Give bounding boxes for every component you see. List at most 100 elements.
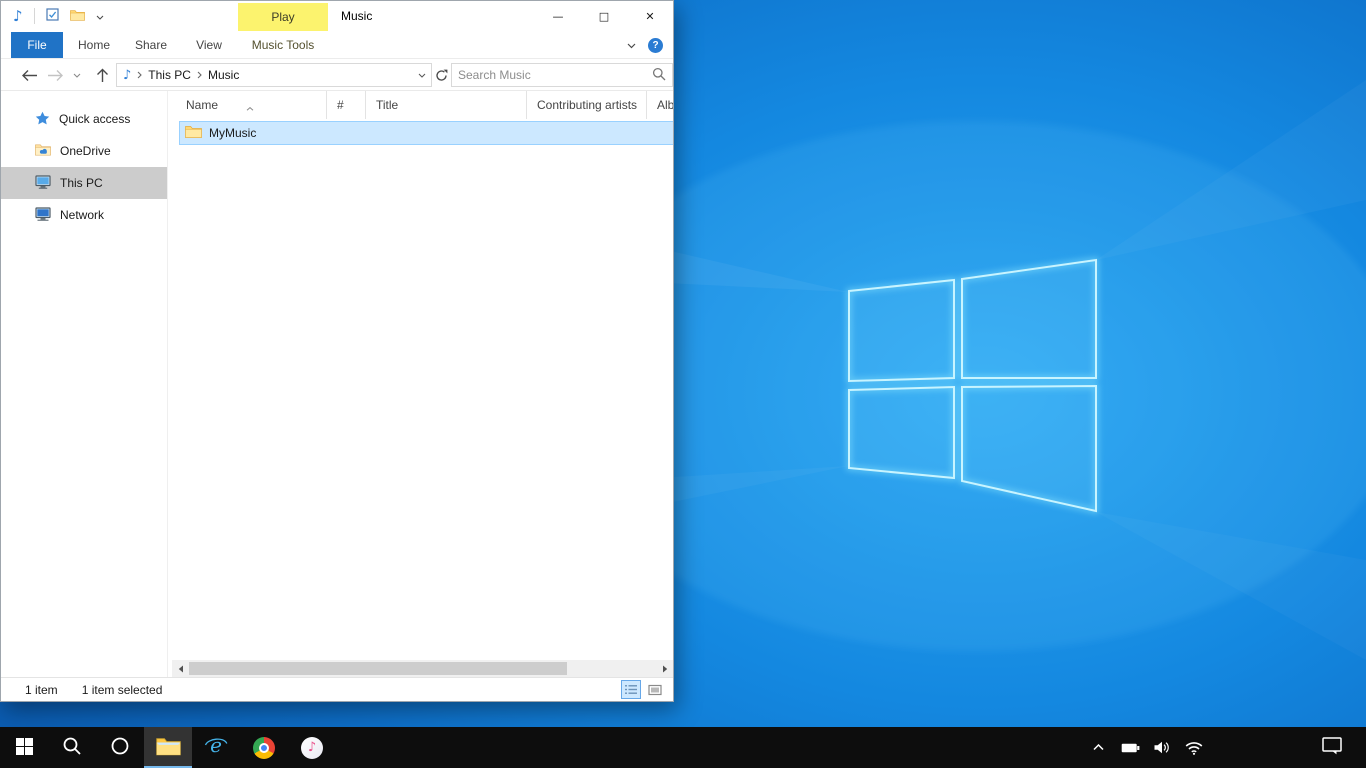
expand-ribbon-chevron-icon[interactable]	[627, 38, 636, 52]
scrollbar-thumb[interactable]	[189, 662, 567, 675]
taskbar: e ♪	[0, 727, 1366, 768]
selection-count-label: 1 item selected	[82, 683, 163, 697]
breadcrumb-chevron-icon[interactable]	[197, 68, 202, 82]
file-explorer-window: ♪ Play Music — □ ✕ File	[0, 0, 674, 702]
taskbar-file-explorer-button[interactable]	[144, 727, 192, 768]
help-icon[interactable]: ?	[648, 38, 663, 53]
system-tray	[1086, 727, 1206, 768]
svg-text:e: e	[210, 734, 222, 757]
recent-locations-chevron-icon[interactable]	[69, 59, 85, 91]
taskbar-start-button[interactable]	[0, 727, 48, 768]
file-name: MyMusic	[209, 126, 256, 140]
hidden-icons-chevron-icon[interactable]	[1086, 727, 1110, 768]
toolbar-separator	[34, 8, 35, 24]
taskbar-internet-explorer-button[interactable]: e	[192, 727, 240, 768]
action-center-button[interactable]	[1312, 727, 1352, 768]
desktop: ♪ Play Music — □ ✕ File	[0, 0, 1366, 768]
address-bar-row: ♪ This PC Music	[1, 59, 673, 91]
chrome-icon	[253, 737, 275, 759]
column-header-number[interactable]: #	[327, 91, 366, 119]
taskbar-search-button[interactable]	[48, 727, 96, 768]
column-headers: Name # Title Contributing artists Alb	[168, 91, 673, 119]
search-icon	[62, 736, 82, 759]
column-header-contributing-artists[interactable]: Contributing artists	[527, 91, 647, 119]
tab-home[interactable]: Home	[69, 32, 119, 58]
column-header-title[interactable]: Title	[366, 91, 527, 119]
computer-icon	[35, 175, 51, 192]
contextual-tab-play[interactable]: Play	[238, 3, 328, 31]
sidebar-item-label: OneDrive	[60, 144, 111, 158]
internet-explorer-icon: e	[204, 734, 228, 761]
window-content: Quick access OneDrive This PC	[1, 91, 673, 677]
scrollbar-track[interactable]	[189, 660, 656, 677]
tab-view[interactable]: View	[183, 32, 235, 58]
customize-toolbar-chevron-icon[interactable]	[96, 9, 104, 23]
large-icons-view-button[interactable]	[645, 680, 665, 699]
close-button[interactable]: ✕	[627, 1, 673, 31]
sidebar-item-onedrive[interactable]: OneDrive	[1, 135, 167, 167]
taskbar-chrome-button[interactable]	[240, 727, 288, 768]
action-center-icon	[1322, 737, 1342, 758]
sort-ascending-icon	[246, 93, 254, 119]
sidebar-item-this-pc[interactable]: This PC	[1, 167, 167, 199]
sidebar-item-label: Network	[60, 208, 104, 222]
up-button[interactable]	[89, 59, 115, 91]
window-title: Music	[341, 1, 372, 31]
ribbon-tab-row: File Home Share View Music Tools ?	[1, 31, 673, 59]
music-note-icon: ♪	[13, 9, 23, 24]
column-header-album[interactable]: Alb	[647, 91, 673, 119]
search-box	[451, 63, 673, 87]
new-folder-icon[interactable]	[70, 9, 85, 24]
ribbon-right-controls: ?	[627, 31, 663, 59]
tab-music-tools[interactable]: Music Tools	[238, 32, 328, 58]
column-header-name[interactable]: Name	[168, 91, 327, 119]
window-controls: — □ ✕	[535, 1, 673, 31]
address-dropdown-icon[interactable]	[413, 64, 431, 86]
search-input[interactable]	[458, 68, 652, 82]
maximize-button[interactable]: □	[581, 1, 627, 31]
navigation-pane: Quick access OneDrive This PC	[1, 91, 167, 677]
quick-access-toolbar: ♪	[13, 1, 104, 31]
star-icon	[35, 111, 50, 128]
tab-file[interactable]: File	[11, 32, 63, 58]
refresh-button[interactable]	[432, 63, 450, 87]
onedrive-folder-icon	[35, 143, 51, 159]
details-view-button[interactable]	[621, 680, 641, 699]
battery-icon[interactable]	[1118, 727, 1142, 768]
file-rows: MyMusic	[168, 119, 673, 660]
taskbar-music-app-button[interactable]: ♪	[288, 727, 336, 768]
location-music-icon: ♪	[123, 69, 131, 82]
file-list-pane: Name # Title Contributing artists Alb	[167, 91, 673, 677]
horizontal-scrollbar[interactable]	[172, 660, 673, 677]
file-row-mymusic[interactable]: MyMusic	[180, 122, 673, 144]
cortana-circle-icon	[110, 736, 130, 759]
scroll-right-icon[interactable]	[656, 660, 673, 677]
sidebar-item-network[interactable]: Network	[1, 199, 167, 231]
volume-icon[interactable]	[1150, 727, 1174, 768]
network-icon	[35, 207, 51, 224]
minimize-button[interactable]: —	[535, 1, 581, 31]
forward-button[interactable]	[43, 59, 67, 91]
item-count-label: 1 item	[25, 683, 58, 697]
sidebar-item-label: This PC	[60, 176, 103, 190]
titlebar: ♪ Play Music — □ ✕	[1, 1, 673, 31]
taskbar-cortana-button[interactable]	[96, 727, 144, 768]
properties-icon[interactable]	[46, 8, 59, 24]
breadcrumb-chevron-icon[interactable]	[137, 68, 142, 82]
view-toggles	[621, 680, 665, 699]
back-button[interactable]	[17, 59, 41, 91]
scroll-left-icon[interactable]	[172, 660, 189, 677]
itunes-music-icon: ♪	[301, 737, 323, 759]
sidebar-item-quick-access[interactable]: Quick access	[1, 103, 167, 135]
breadcrumb-music[interactable]: Music	[208, 68, 239, 82]
tab-share[interactable]: Share	[123, 32, 179, 58]
wifi-network-icon[interactable]	[1182, 727, 1206, 768]
status-bar: 1 item 1 item selected	[1, 677, 673, 701]
breadcrumb-this-pc[interactable]: This PC	[148, 68, 191, 82]
search-icon[interactable]	[652, 67, 666, 84]
address-bar[interactable]: ♪ This PC Music	[116, 63, 432, 87]
windows-start-icon	[16, 738, 33, 758]
folder-icon	[185, 125, 202, 141]
file-explorer-icon	[156, 736, 181, 759]
sidebar-item-label: Quick access	[59, 112, 130, 126]
